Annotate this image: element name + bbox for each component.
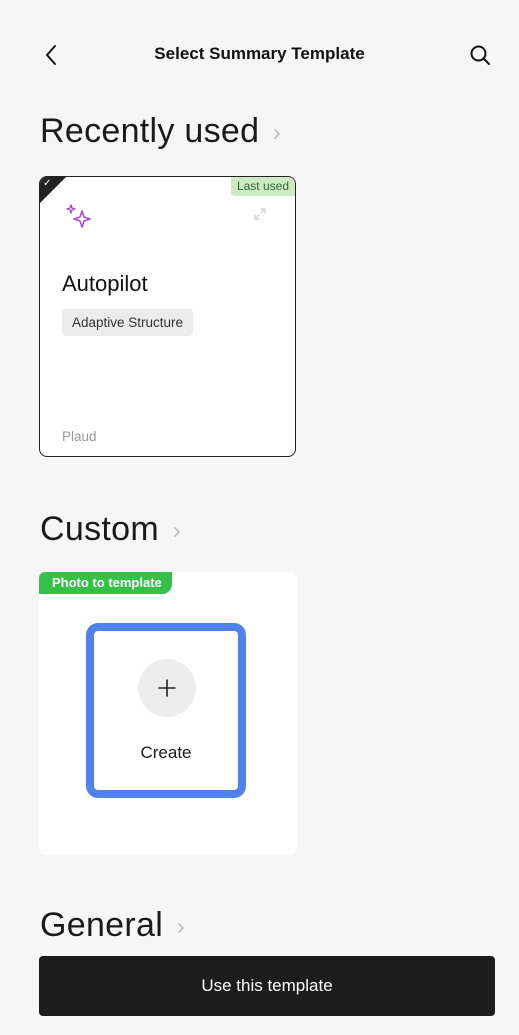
chevron-right-icon bbox=[178, 922, 185, 933]
section-title-custom: Custom bbox=[40, 510, 159, 548]
search-button[interactable] bbox=[465, 40, 495, 70]
template-name: Autopilot bbox=[62, 271, 148, 296]
chevron-right-icon bbox=[274, 128, 281, 139]
sparkle-icon bbox=[66, 204, 91, 228]
search-icon bbox=[470, 45, 490, 65]
section-recently-used[interactable]: Recently used bbox=[40, 112, 281, 151]
chevron-right-icon bbox=[174, 526, 181, 537]
template-author: Plaud bbox=[62, 429, 97, 444]
template-card-autopilot[interactable]: ✓ Last used Autopilot Adaptive Structure… bbox=[39, 176, 296, 457]
page-title: Select Summary Template bbox=[154, 44, 365, 63]
custom-template-card: Photo to template Create bbox=[39, 572, 297, 855]
template-tag: Adaptive Structure bbox=[62, 309, 194, 336]
check-icon: ✓ bbox=[43, 178, 52, 189]
create-template-button[interactable]: Create bbox=[86, 623, 246, 798]
photo-to-template-badge[interactable]: Photo to template bbox=[39, 572, 172, 594]
section-custom[interactable]: Custom bbox=[40, 510, 181, 549]
section-title-recently-used: Recently used bbox=[40, 112, 260, 150]
plus-circle bbox=[138, 659, 196, 717]
expand-icon[interactable] bbox=[253, 207, 267, 221]
create-label: Create bbox=[140, 743, 192, 762]
use-template-button[interactable]: Use this template bbox=[39, 956, 495, 1016]
plus-icon bbox=[158, 679, 176, 697]
last-used-badge: Last used bbox=[230, 177, 295, 196]
section-general[interactable]: General bbox=[40, 906, 185, 945]
header: Select Summary Template bbox=[0, 30, 519, 82]
section-title-general: General bbox=[40, 906, 164, 944]
